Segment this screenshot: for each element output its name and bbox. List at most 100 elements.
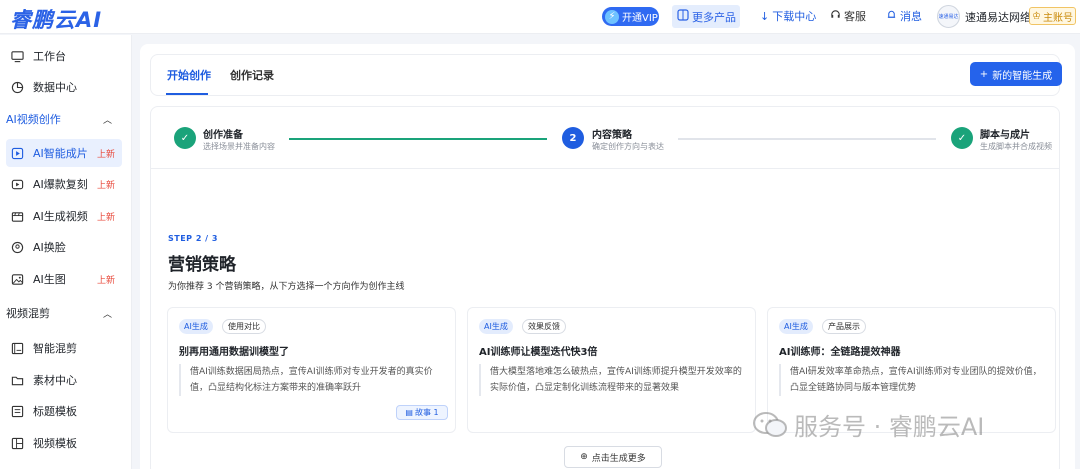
step-connector-pending [678,138,936,140]
watermark-text: 服务号 · 睿鹏云AI [794,413,985,441]
step-2-number: 2 [562,127,584,149]
step-3-check-icon: ✓ [951,127,973,149]
sidebar-item-ai-image[interactable]: AI生图 上新 [6,265,122,293]
category-tag: 使用对比 [222,319,266,334]
vip-label: 开通VIP [622,13,658,24]
strategy-option-card[interactable]: AI生成 效果反馈 AI训练师让模型迭代快3倍 借大模型落地难怎么破热点，宣传A… [467,307,756,433]
card-title: AI训练师让模型迭代快3倍 [479,347,598,358]
avatar-text: 速通易达 [938,14,959,20]
main-account-badge[interactable]: ♔ 主账号 [1029,7,1076,25]
sidebar-item-workbench[interactable]: 工作台 [6,42,122,70]
wechat-watermark: 服务号 · 睿鹏云AI [752,407,984,442]
step-2-subtitle: 确定创作方向与表达 [592,142,664,151]
card-title: AI训练师：全链路提效神器 [779,347,901,358]
messages-label: 消息 [900,10,922,23]
sidebar-item-title-template[interactable]: 标题模板 [6,397,122,425]
new-generate-label: 新的智能生成 [992,70,1053,82]
sidebar-item-label: AI智能成片 [33,147,88,160]
tabs-bar: 开始创作 创作记录 [150,54,1060,96]
sidebar-group-ai-video[interactable]: AI视频创作 ︿ [6,109,122,129]
step-3-subtitle: 生成脚本并合成视频 [980,142,1052,151]
sidebar-item-video-template[interactable]: 视频模板 [6,429,122,457]
download-label: 下载中心 [772,10,817,23]
chevron-up-icon: ︿ [102,115,112,126]
new-badge: 上新 [97,276,116,286]
monitor-icon [9,48,25,64]
tab-start-creation[interactable]: 开始创作 [167,67,211,83]
grid-icon [677,9,689,24]
card-description: 借AI研发效率革命热点，宣传AI训练师对专业团队的提效价值，凸显全链路协同与版本… [779,364,1045,396]
open-vip-button[interactable]: ⚡ 开通VIP [602,7,659,26]
face-swap-icon [9,239,25,255]
section-title: 营销策略 [168,255,236,275]
sidebar-item-label: 数据中心 [33,81,77,94]
story-label: 故事 1 [414,408,439,417]
sidebar-item-label: 视频模板 [33,437,77,450]
download-icon: ↓ [760,9,770,23]
main-account-label: 主账号 [1042,12,1073,24]
card-title: 别再用通用数据训模型了 [179,347,289,358]
chevron-up-icon: ︿ [102,309,112,320]
category-tag: 产品展示 [822,319,866,334]
new-badge: 上新 [97,150,116,160]
step-indicator: STEP 2 / 3 [168,234,218,243]
sidebar-item-ai-face-swap[interactable]: AI换脸 [6,233,122,261]
group-label: AI视频创作 [6,113,61,126]
main-panel: 开始创作 创作记录 + 新的智能生成 ✓ 创作准备 选择场景并准备内容 2 内容… [140,44,1075,469]
new-badge: 上新 [97,213,116,223]
sidebar-item-label: AI换脸 [33,241,66,254]
folder-icon [9,372,25,388]
more-products-label: 更多产品 [692,10,736,24]
wechat-icon [752,411,788,439]
smart-mix-icon [9,340,25,356]
ai-generated-tag: AI生成 [779,319,813,334]
sidebar-item-ai-generate-video[interactable]: AI生成视频 上新 [6,202,122,230]
sidebar-item-data-center[interactable]: 数据中心 [6,73,122,101]
new-smart-generate-button[interactable]: + 新的智能生成 [970,62,1062,86]
plus-icon: + [979,68,989,80]
org-avatar[interactable]: 速通易达 [937,5,960,28]
bell-icon [886,9,897,23]
plus-circle-icon: ⊕ [580,452,588,462]
step-1-subtitle: 选择场景并准备内容 [203,142,275,151]
tab-creation-history[interactable]: 创作记录 [230,67,274,83]
org-name[interactable]: 速通易达网络 [965,9,1031,25]
sidebar-item-label: 素材中心 [33,374,77,387]
sidebar: 工作台 数据中心 AI视频创作 ︿ AI智能成片 上新 AI爆款复刻 上新 AI… [0,35,132,469]
sidebar-item-material-center[interactable]: 素材中心 [6,366,122,394]
story-count-badge[interactable]: ▤ 故事 1 [396,405,448,420]
step-1-check-icon: ✓ [174,127,196,149]
title-template-icon [9,403,25,419]
crown-icon: ♔ [1032,10,1041,22]
generate-video-icon [9,208,25,224]
copy-video-icon [9,176,25,192]
ai-generated-tag: AI生成 [479,319,513,334]
service-label: 客服 [844,10,866,23]
sidebar-item-smart-mix[interactable]: 智能混剪 [6,334,122,362]
app-logo[interactable]: 睿鹏云AI [10,4,102,34]
generate-more-button[interactable]: ⊕ 点击生成更多 [564,446,662,468]
video-play-icon [9,145,25,161]
step-1-title: 创作准备 [203,130,243,141]
sidebar-item-ai-smart-video[interactable]: AI智能成片 上新 [6,139,122,167]
sidebar-group-video-mix[interactable]: 视频混剪 ︿ [6,303,122,323]
messages-link[interactable]: 消息 [886,8,922,24]
download-center-link[interactable]: ↓ 下载中心 [760,8,816,24]
step-3-title: 脚本与成片 [980,130,1030,141]
ai-generated-tag: AI生成 [179,319,213,334]
card-description: 借大模型落地难怎么破热点，宣传AI训练师提升模型开发效率的实际价值，凸显定制化训… [479,364,745,396]
category-tag: 效果反馈 [522,319,566,334]
generate-more-label: 点击生成更多 [591,453,646,464]
sidebar-item-ai-copy[interactable]: AI爆款复刻 上新 [6,170,122,198]
document-icon: ▤ [405,408,413,417]
strategy-option-card[interactable]: AI生成 使用对比 别再用通用数据训模型了 借AI训练数据困局热点，宣传AI训练… [167,307,456,433]
more-products-button[interactable]: 更多产品 [672,5,740,28]
sidebar-item-label: 工作台 [33,50,66,63]
card-description: 借AI训练数据困局热点，宣传AI训练师对专业开发者的真实价值，凸显结构化标注方案… [179,364,445,396]
pie-chart-icon [9,79,25,95]
customer-service-link[interactable]: 客服 [830,8,866,24]
step-2-title: 内容策略 [592,130,632,141]
video-template-icon [9,435,25,451]
active-tab-indicator [166,93,208,95]
progress-steps: ✓ 创作准备 选择场景并准备内容 2 内容策略 确定创作方向与表达 ✓ 脚本与成… [151,107,1059,169]
